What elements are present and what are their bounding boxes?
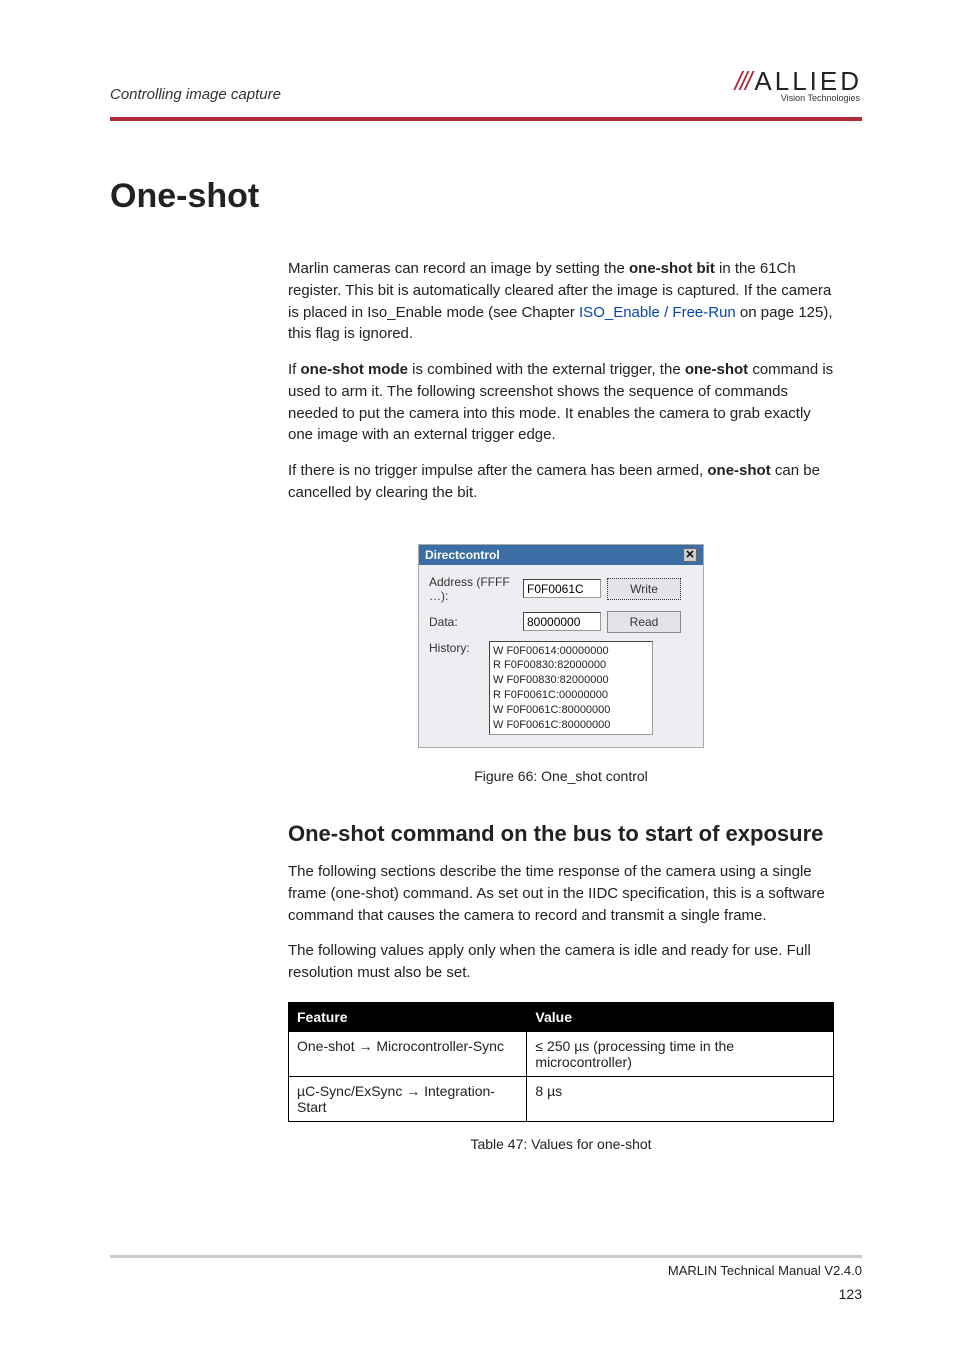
history-label: History:: [429, 641, 483, 655]
footer-doc-id: MARLIN Technical Manual V2.4.0: [668, 1263, 862, 1278]
write-button[interactable]: Write: [607, 578, 681, 600]
window-title: Directcontrol: [425, 548, 500, 562]
page-section-title: Controlling image capture: [110, 86, 281, 103]
table-header: Feature: [289, 1002, 527, 1031]
close-icon[interactable]: ✕: [683, 548, 697, 562]
values-table: Feature Value One-shot → Microcontroller…: [288, 1002, 834, 1122]
table-cell: µC-Sync/ExSync → Integration-Start: [289, 1076, 527, 1121]
screenshot-figure: Directcontrol ✕ Address (FFFF …): Write …: [418, 544, 704, 748]
header-divider: [110, 117, 862, 121]
table-row: µC-Sync/ExSync → Integration-Start 8 µs: [289, 1076, 834, 1121]
paragraph: The following values apply only when the…: [288, 940, 834, 984]
address-label: Address (FFFF …):: [429, 575, 517, 603]
logo-slashes-icon: ///: [735, 66, 751, 96]
read-button[interactable]: Read: [607, 611, 681, 633]
table-row: One-shot → Microcontroller-Sync ≤ 250 µs…: [289, 1031, 834, 1076]
table-cell: ≤ 250 µs (processing time in the microco…: [527, 1031, 834, 1076]
footer-page-number: 123: [839, 1286, 862, 1302]
paragraph: The following sections describe the time…: [288, 861, 834, 926]
paragraph: Marlin cameras can record an image by se…: [288, 258, 834, 345]
history-listbox[interactable]: W F0F00614:00000000 R F0F00830:82000000 …: [489, 641, 653, 735]
logo-text: ALLIED: [754, 66, 862, 96]
page-title: One-shot: [110, 177, 862, 216]
footer-divider: [110, 1255, 862, 1258]
figure-caption: Figure 66: One_shot control: [288, 768, 834, 784]
address-input[interactable]: [523, 579, 601, 598]
table-cell: One-shot → Microcontroller-Sync: [289, 1031, 527, 1076]
logo: ///ALLIED Vision Technologies: [735, 66, 862, 103]
data-label: Data:: [429, 615, 517, 629]
table-header: Value: [527, 1002, 834, 1031]
section-heading: One-shot command on the bus to start of …: [288, 820, 834, 848]
table-cell: 8 µs: [527, 1076, 834, 1121]
data-input[interactable]: [523, 612, 601, 631]
table-caption: Table 47: Values for one-shot: [288, 1136, 834, 1152]
paragraph: If there is no trigger impulse after the…: [288, 460, 834, 504]
paragraph: If one-shot mode is combined with the ex…: [288, 359, 834, 446]
